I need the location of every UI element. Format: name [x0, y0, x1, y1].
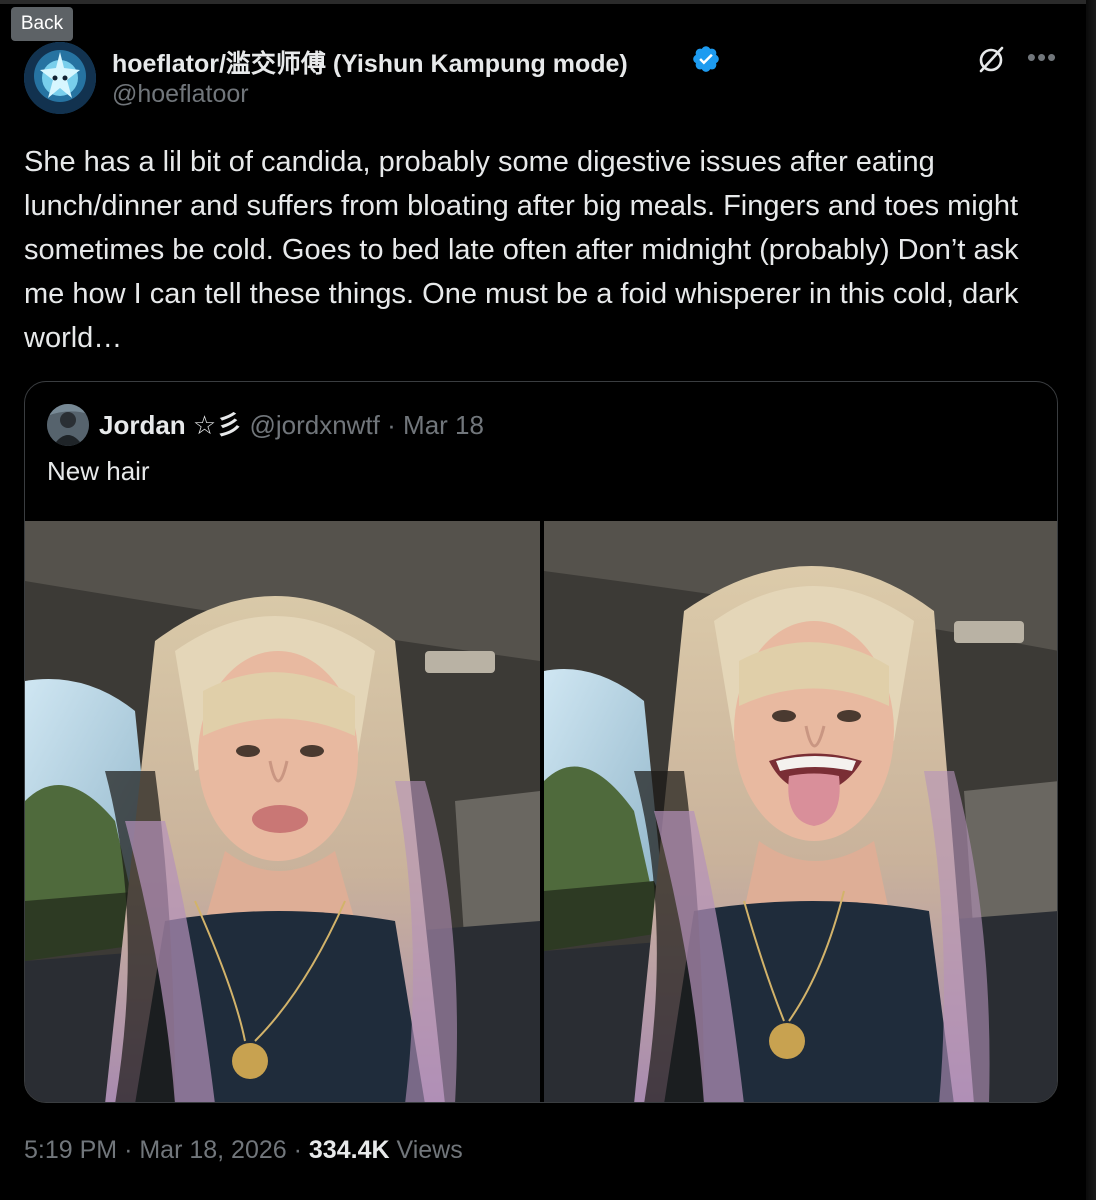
views-count[interactable]: 334.4K: [309, 1136, 390, 1164]
back-button[interactable]: Back: [11, 7, 73, 41]
tweet-page: Back hoeflator/滥交师傅 (Yishun Kampung mode…: [0, 0, 1096, 1200]
verified-badge-icon: [693, 46, 719, 72]
quoted-media-grid: [25, 521, 1057, 1102]
quoted-date[interactable]: Mar 18: [403, 410, 484, 440]
quoted-photo-1[interactable]: [25, 521, 540, 1102]
quoted-author-avatar[interactable]: [47, 404, 89, 446]
tweet-meta-footer: 5:19 PM · Mar 18, 2026 · 334.4K Views: [24, 1136, 463, 1165]
quoted-text: New hair: [47, 456, 150, 486]
tweet-date[interactable]: Mar 18, 2026: [139, 1136, 286, 1164]
views-label: Views: [396, 1136, 463, 1164]
footer-separator-2: ·: [293, 1136, 302, 1164]
tweet-text: She has a lil bit of candida, probably s…: [24, 146, 1019, 354]
quoted-photo-2[interactable]: [544, 521, 1057, 1102]
footer-separator-1: ·: [124, 1136, 133, 1164]
quoted-header: Jordan ☆彡 @jordxnwtf · Mar 18: [99, 408, 484, 442]
author-handle[interactable]: @hoeflatoor: [112, 80, 249, 109]
tweet-time[interactable]: 5:19 PM: [24, 1136, 117, 1164]
scrollbar-track[interactable]: [1086, 0, 1096, 1200]
quoted-tweet[interactable]: Jordan ☆彡 @jordxnwtf · Mar 18 New hair: [24, 381, 1058, 1103]
quoted-handle[interactable]: @jordxnwtf: [249, 410, 379, 440]
author-display-name[interactable]: hoeflator/滥交师傅 (Yishun Kampung mode): [112, 44, 628, 80]
author-avatar[interactable]: [24, 42, 96, 114]
grok-icon[interactable]: [975, 44, 1007, 76]
quoted-display-name[interactable]: Jordan ☆彡: [99, 410, 242, 440]
quoted-separator: ·: [387, 410, 396, 440]
more-icon[interactable]: •••: [1024, 42, 1060, 72]
window-top-strip: [0, 0, 1096, 4]
